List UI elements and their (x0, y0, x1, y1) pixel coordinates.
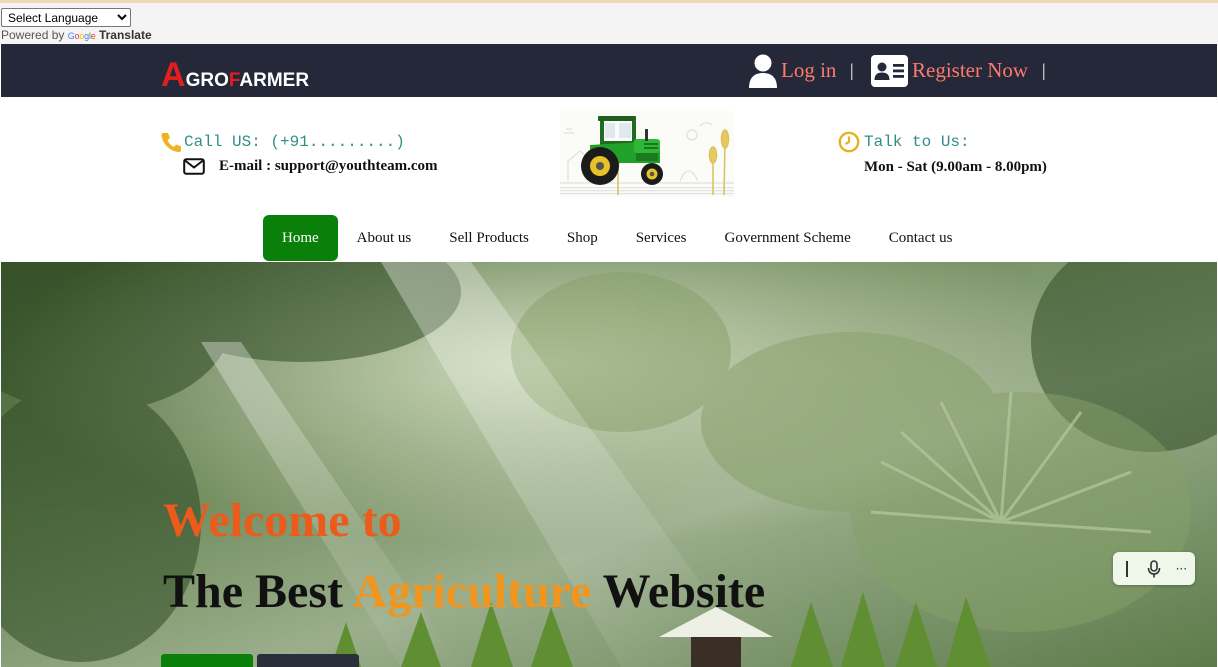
phone-icon (160, 131, 182, 153)
talk-to-us-line: Talk to Us: (838, 131, 970, 153)
talk-to-us-text: Talk to Us: (864, 133, 970, 151)
more-icon[interactable]: ··· (1169, 557, 1193, 581)
text-cursor-icon[interactable] (1115, 557, 1139, 581)
nav-about-us[interactable]: About us (338, 215, 431, 261)
logo-letter-a: A (161, 56, 186, 94)
user-icon (748, 53, 778, 89)
google-logo[interactable]: Google (68, 31, 96, 41)
nav-home[interactable]: Home (263, 215, 338, 261)
auth-separator-1: | (850, 44, 854, 97)
nav-government-scheme[interactable]: Government Scheme (706, 215, 870, 261)
email-line[interactable]: E-mail : support@youthteam.com (183, 158, 438, 175)
separator-text: | (1042, 60, 1046, 80)
powered-by-label: Powered by (1, 28, 65, 42)
register-link[interactable]: Register Now (871, 44, 1028, 97)
nav-contact-us[interactable]: Contact us (870, 215, 972, 261)
call-us-line[interactable]: Call US: (+91.........) (160, 131, 405, 153)
envelope-icon (183, 158, 205, 175)
hero-banner: Welcome to The Best Agriculture Website (1, 262, 1217, 667)
google-translate-bar: Select Language Powered by Google Transl… (0, 3, 1218, 44)
hero-welcome-text: Welcome to (163, 494, 402, 547)
hero-secondary-button[interactable] (257, 654, 359, 667)
auth-separator-2: | (1042, 44, 1046, 97)
nav-sell-products[interactable]: Sell Products (430, 215, 548, 261)
contact-info-row: Call US: (+91.........) E-mail : support… (0, 97, 1218, 215)
register-label[interactable]: Register Now (912, 58, 1028, 83)
main-navigation: Home About us Sell Products Shop Service… (263, 215, 972, 261)
clock-icon (838, 131, 860, 153)
top-bar: AGROFARMER Log in | Register Now | (1, 44, 1217, 97)
translate-label: Translate (98, 28, 152, 42)
nav-shop[interactable]: Shop (548, 215, 617, 261)
hero-headline-pre: The Best (163, 565, 343, 618)
logo-armer: ARMER (239, 70, 310, 91)
separator-text: | (850, 60, 854, 80)
hero-headline-post: Website (602, 565, 766, 618)
login-label[interactable]: Log in (781, 58, 836, 83)
logo-f: F (228, 70, 240, 91)
nav-services[interactable]: Services (617, 215, 706, 261)
language-select[interactable]: Select Language (1, 8, 131, 27)
voice-input-widget: ··· (1113, 552, 1195, 585)
tractor-illustration (560, 111, 734, 202)
site-logo[interactable]: AGROFARMER (161, 58, 309, 92)
hero-headline-accent: Agriculture (352, 565, 592, 618)
id-card-icon (871, 54, 908, 87)
call-us-text: Call US: (+91.........) (184, 133, 405, 151)
email-text: E-mail : support@youthteam.com (219, 158, 438, 174)
hero-primary-button[interactable] (161, 654, 253, 667)
powered-by-google-translate: Powered by Google Translate (1, 28, 152, 42)
login-link[interactable]: Log in (748, 44, 836, 97)
microphone-icon[interactable] (1142, 557, 1166, 581)
logo-gro: GRO (185, 70, 229, 91)
working-hours: Mon - Sat (9.00am - 8.00pm) (864, 159, 1047, 175)
hero-headline: The Best Agriculture Website (163, 564, 765, 619)
